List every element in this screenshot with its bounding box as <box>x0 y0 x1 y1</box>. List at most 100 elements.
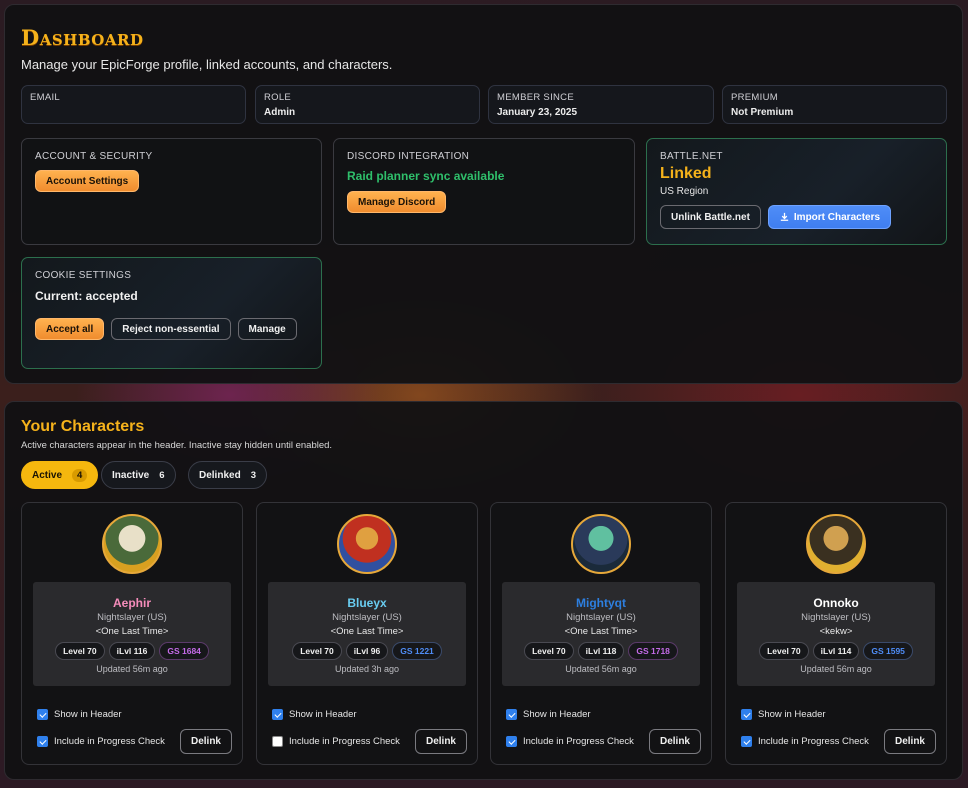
character-realm: Nightslayer (US) <box>332 612 402 623</box>
tab-count: 3 <box>250 469 256 481</box>
show-in-header-row: Show in Header <box>37 709 122 720</box>
progress-check-checkbox[interactable] <box>37 736 48 747</box>
progress-check-row: Include in Progress Check <box>506 736 634 747</box>
dashboard-panel: Dashboard Manage your EpicForge profile,… <box>4 4 963 384</box>
gearscore-chip: GS 1595 <box>863 642 913 660</box>
character-updated: Updated 56m ago <box>96 664 168 674</box>
character-guild: <One Last Time> <box>564 626 638 637</box>
show-in-header-label: Show in Header <box>54 709 122 720</box>
info-value: Not Premium <box>731 107 794 118</box>
progress-check-row: Include in Progress Check <box>37 736 165 747</box>
delink-button[interactable]: Delink <box>179 729 232 754</box>
card-label: ACCOUNT & SECURITY <box>35 151 153 162</box>
reject-non-essential-button[interactable]: Reject non-essential <box>111 318 231 340</box>
account-security-card: ACCOUNT & SECURITY Account Settings <box>21 138 322 245</box>
level-chip: Level 70 <box>55 642 105 660</box>
info-label: EMAIL <box>30 92 61 103</box>
show-in-header-row: Show in Header <box>506 709 591 720</box>
character-card: Blueyx Nightslayer (US) <One Last Time> … <box>256 502 478 765</box>
character-realm: Nightslayer (US) <box>97 612 167 623</box>
character-info: Mightyqt Nightslayer (US) <One Last Time… <box>502 582 700 686</box>
tab-label: Active <box>32 469 63 481</box>
progress-check-checkbox[interactable] <box>272 736 283 747</box>
ilvl-chip: iLvl 118 <box>577 642 625 660</box>
character-updated: Updated 56m ago <box>565 664 637 674</box>
show-in-header-row: Show in Header <box>741 709 826 720</box>
cookie-current: Current: accepted <box>35 289 138 303</box>
character-avatar <box>337 514 397 574</box>
character-guild: <One Last Time> <box>95 626 169 637</box>
tab-label: Delinked <box>199 469 241 481</box>
characters-subtitle: Active characters appear in the header. … <box>21 440 333 451</box>
cookie-settings-card: COOKIE SETTINGS Current: accepted Accept… <box>21 257 322 369</box>
page-title: Dashboard <box>21 25 144 50</box>
info-email: EMAIL <box>21 85 246 124</box>
show-in-header-checkbox[interactable] <box>272 709 283 720</box>
show-in-header-checkbox[interactable] <box>741 709 752 720</box>
info-role: ROLE Admin <box>255 85 480 124</box>
progress-check-row: Include in Progress Check <box>272 736 400 747</box>
battlenet-region: US Region <box>660 186 709 197</box>
level-chip: Level 70 <box>759 642 809 660</box>
show-in-header-row: Show in Header <box>272 709 357 720</box>
card-label: DISCORD INTEGRATION <box>347 151 470 162</box>
import-icon <box>780 212 789 221</box>
character-info: Blueyx Nightslayer (US) <One Last Time> … <box>268 582 466 686</box>
level-chip: Level 70 <box>292 642 342 660</box>
character-name: Onnoko <box>813 596 859 610</box>
character-avatar <box>571 514 631 574</box>
info-value: January 23, 2025 <box>497 107 578 118</box>
character-realm: Nightslayer (US) <box>801 612 871 623</box>
character-avatar <box>102 514 162 574</box>
character-guild: <One Last Time> <box>330 626 404 637</box>
page-subtitle: Manage your EpicForge profile, linked ac… <box>21 57 393 72</box>
character-info: Onnoko Nightslayer (US) <kekw> Level 70 … <box>737 582 935 686</box>
show-in-header-checkbox[interactable] <box>506 709 517 720</box>
accept-all-button[interactable]: Accept all <box>35 318 105 340</box>
info-value: Admin <box>264 107 296 118</box>
info-label: PREMIUM <box>731 92 778 103</box>
tab-count: 4 <box>72 468 88 482</box>
tab-count: 6 <box>159 469 165 481</box>
show-in-header-label: Show in Header <box>289 709 357 720</box>
info-label: MEMBER SINCE <box>497 92 574 103</box>
unlink-battlenet-button[interactable]: Unlink Battle.net <box>660 205 761 229</box>
show-in-header-label: Show in Header <box>523 709 591 720</box>
delink-button[interactable]: Delink <box>883 729 936 754</box>
discord-card: DISCORD INTEGRATION Raid planner sync av… <box>333 138 635 245</box>
battlenet-status: Linked <box>660 165 712 182</box>
tab-inactive[interactable]: Inactive 6 <box>101 461 176 489</box>
progress-check-label: Include in Progress Check <box>289 736 400 747</box>
tab-delinked[interactable]: Delinked 3 <box>188 461 267 489</box>
characters-panel: Your Characters Active characters appear… <box>4 401 963 780</box>
character-name: Blueyx <box>347 596 387 610</box>
delink-button[interactable]: Delink <box>414 729 467 754</box>
tab-active[interactable]: Active 4 <box>21 461 99 489</box>
progress-check-checkbox[interactable] <box>741 736 752 747</box>
import-characters-label: Import Characters <box>793 211 881 223</box>
delink-button[interactable]: Delink <box>648 729 701 754</box>
gearscore-chip: GS 1718 <box>628 642 678 660</box>
progress-check-label: Include in Progress Check <box>523 736 634 747</box>
account-settings-button[interactable]: Account Settings <box>35 170 140 192</box>
show-in-header-checkbox[interactable] <box>37 709 48 720</box>
info-premium: PREMIUM Not Premium <box>722 85 947 124</box>
character-updated: Updated 3h ago <box>334 664 400 674</box>
manage-cookies-button[interactable]: Manage <box>237 318 297 340</box>
tab-label: Inactive <box>112 469 150 481</box>
character-card: Mightyqt Nightslayer (US) <One Last Time… <box>490 502 712 765</box>
import-characters-button[interactable]: Import Characters <box>767 205 892 229</box>
character-card: Onnoko Nightslayer (US) <kekw> Level 70 … <box>725 502 947 765</box>
gearscore-chip: GS 1684 <box>159 642 209 660</box>
character-updated: Updated 56m ago <box>800 664 872 674</box>
info-label: ROLE <box>264 92 292 103</box>
character-name: Aephir <box>112 596 151 610</box>
characters-title: Your Characters <box>21 418 145 435</box>
character-info: Aephir Nightslayer (US) <One Last Time> … <box>33 582 231 686</box>
manage-discord-button[interactable]: Manage Discord <box>347 191 447 213</box>
character-card: Aephir Nightslayer (US) <One Last Time> … <box>21 502 243 765</box>
show-in-header-label: Show in Header <box>758 709 826 720</box>
character-avatar <box>806 514 866 574</box>
character-name: Mightyqt <box>576 596 626 610</box>
progress-check-checkbox[interactable] <box>506 736 517 747</box>
